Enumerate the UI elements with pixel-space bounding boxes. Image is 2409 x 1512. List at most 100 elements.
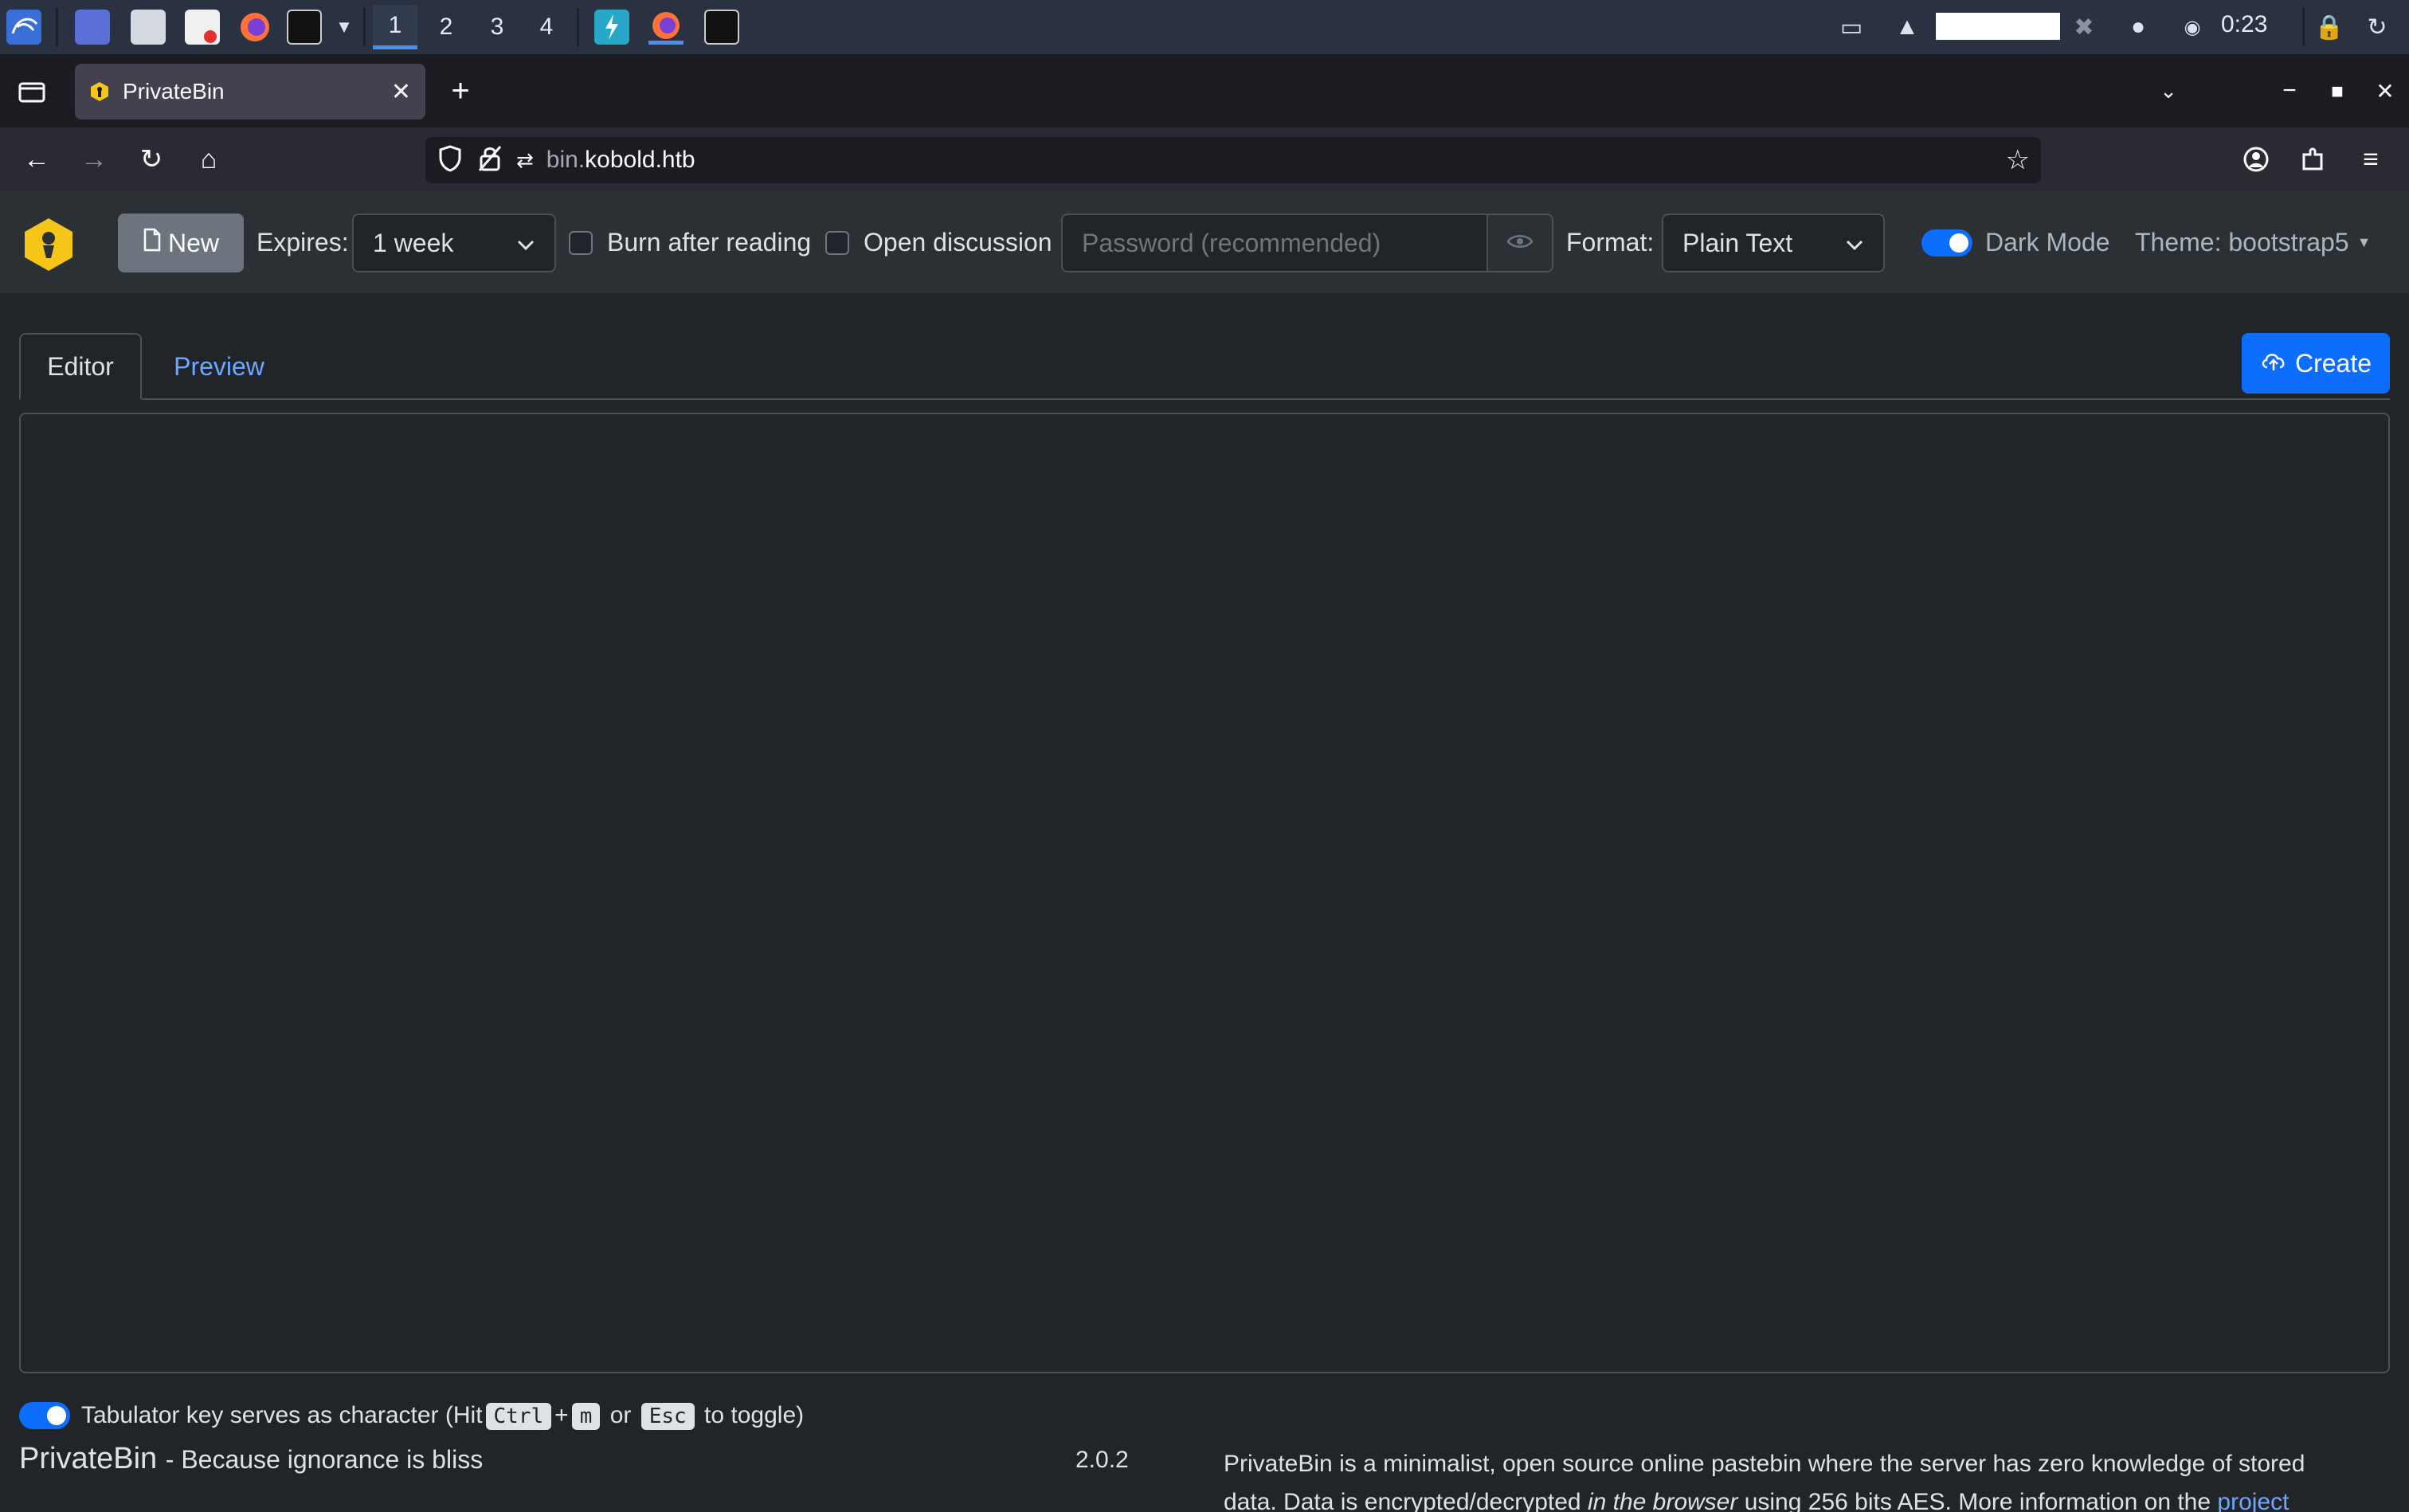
kali-menu-icon[interactable] bbox=[6, 10, 41, 45]
dark-mode-toggle[interactable]: Dark Mode bbox=[1921, 228, 2110, 257]
firefox-launcher-icon[interactable] bbox=[237, 10, 272, 45]
network-lock-icon[interactable]: ▲ bbox=[1890, 10, 1925, 45]
close-tab-icon[interactable]: ✕ bbox=[391, 78, 411, 106]
tab-editor[interactable]: Editor bbox=[19, 333, 142, 400]
lock-screen-icon[interactable]: 🔒 bbox=[2312, 10, 2347, 45]
new-label: New bbox=[167, 228, 219, 257]
format-label: Format: bbox=[1566, 228, 1655, 257]
list-all-tabs-icon[interactable]: ⌄ bbox=[2146, 69, 2191, 113]
forward-icon[interactable]: → bbox=[72, 137, 116, 182]
display-icon[interactable]: ▭ bbox=[1834, 10, 1869, 45]
tracking-shield-icon[interactable] bbox=[438, 144, 462, 176]
new-tab-icon[interactable]: + bbox=[438, 69, 483, 113]
project-link[interactable]: project bbox=[2217, 1489, 2289, 1512]
burn-after-reading-option[interactable]: Burn after reading bbox=[569, 228, 811, 257]
cpu-graph bbox=[1936, 13, 2060, 40]
about-line-1: PrivateBin is a minimalist, open source … bbox=[1224, 1451, 2305, 1477]
chevron-down-icon[interactable]: ▼ bbox=[327, 10, 362, 45]
desktop-icon[interactable] bbox=[75, 10, 110, 45]
about-line-2: data. Data is encrypted/decrypted in the… bbox=[1224, 1483, 2403, 1512]
about-2c: using 256 bits AES. More information on … bbox=[1737, 1489, 2218, 1512]
create-label: Create bbox=[2294, 348, 2372, 378]
show-password-button[interactable] bbox=[1487, 213, 1553, 272]
open-discussion-option[interactable]: Open discussion bbox=[825, 228, 1052, 257]
footer-branding: PrivateBin - Because ignorance is bliss bbox=[19, 1442, 483, 1476]
os-taskbar: ▼ 1 2 3 4 ▭ ▲ ✖ ● ◉ 0:23 🔒 ↻ bbox=[0, 0, 2409, 54]
open-discussion-label: Open discussion bbox=[864, 228, 1052, 257]
maximize-icon[interactable]: ■ bbox=[2315, 69, 2360, 113]
hamburger-menu-icon[interactable]: ≡ bbox=[2348, 137, 2393, 182]
insecure-lock-icon[interactable] bbox=[478, 145, 502, 176]
workspace-1[interactable]: 1 bbox=[373, 5, 417, 49]
burpsuite-window-icon[interactable] bbox=[594, 10, 629, 45]
url-domain: kobold.htb bbox=[585, 147, 695, 173]
format-select[interactable]: Plain Text bbox=[1662, 213, 1885, 272]
privatebin-logo-icon[interactable] bbox=[22, 217, 75, 272]
theme-dropdown[interactable]: Theme: bootstrap5 ▼ bbox=[2135, 228, 2371, 257]
tab-key-switch[interactable] bbox=[19, 1402, 70, 1429]
eye-icon bbox=[1506, 233, 1534, 254]
firefox-window-icon[interactable] bbox=[648, 10, 684, 45]
theme-label: Theme: bootstrap5 bbox=[2135, 228, 2349, 257]
terminal-launcher-icon[interactable] bbox=[287, 10, 322, 45]
taskbar-separator bbox=[363, 8, 366, 46]
expires-label: Expires: bbox=[257, 228, 349, 257]
burn-after-reading-label: Burn after reading bbox=[607, 228, 812, 257]
tab-toggle-text: Tabulator key serves as character (Hit Ct… bbox=[81, 1402, 805, 1430]
browser-tab-privatebin[interactable]: PrivateBin ✕ bbox=[75, 64, 425, 119]
url-bar[interactable]: ⇄ bin.kobold.htb ☆ bbox=[425, 137, 2041, 183]
volume-muted-icon[interactable]: ✖ bbox=[2066, 10, 2102, 45]
burn-after-reading-checkbox[interactable] bbox=[569, 230, 593, 255]
tab-preview[interactable]: Preview bbox=[151, 333, 287, 400]
file-manager-icon[interactable] bbox=[131, 10, 166, 45]
create-button[interactable]: Create bbox=[2242, 333, 2390, 394]
notifications-bell-icon[interactable]: ● bbox=[2121, 10, 2156, 45]
expires-select[interactable]: 1 week bbox=[352, 213, 556, 272]
m-key: m bbox=[571, 1403, 601, 1430]
taskbar-separator bbox=[2302, 8, 2305, 46]
logout-icon[interactable]: ↻ bbox=[2360, 10, 2395, 45]
tab-toggle-pre: Tabulator key serves as character (Hit bbox=[81, 1402, 483, 1428]
tab-key-toggle[interactable]: Tabulator key serves as character (Hit Ct… bbox=[19, 1402, 805, 1430]
bookmark-star-icon[interactable]: ☆ bbox=[2006, 144, 2030, 176]
esc-key: Esc bbox=[640, 1403, 695, 1430]
plus-sign: + bbox=[554, 1402, 569, 1428]
extensions-icon[interactable] bbox=[2291, 137, 2336, 182]
format-value: Plain Text bbox=[1682, 228, 1793, 257]
password-input[interactable] bbox=[1061, 213, 1488, 272]
text-editor-icon[interactable] bbox=[185, 10, 220, 45]
back-icon[interactable]: ← bbox=[14, 137, 59, 182]
dark-mode-switch[interactable] bbox=[1921, 229, 1972, 257]
paste-textarea[interactable] bbox=[19, 413, 2390, 1373]
clock: 0:23 bbox=[2221, 11, 2268, 37]
new-paste-button[interactable]: New bbox=[118, 213, 244, 272]
chevron-down-icon bbox=[1845, 229, 1864, 258]
home-icon[interactable]: ⌂ bbox=[186, 137, 231, 182]
expires-value: 1 week bbox=[373, 228, 454, 257]
close-window-icon[interactable]: ✕ bbox=[2363, 69, 2407, 113]
about-text: PrivateBin is a minimalist, open source … bbox=[1224, 1445, 2403, 1512]
cloud-upload-icon bbox=[2260, 349, 2287, 378]
reload-icon[interactable]: ↻ bbox=[129, 137, 174, 182]
taskbar-separator bbox=[56, 8, 58, 46]
account-icon[interactable] bbox=[2234, 137, 2278, 182]
workspace-2[interactable]: 2 bbox=[424, 5, 468, 49]
minimize-icon[interactable]: − bbox=[2267, 69, 2312, 113]
workspace-3[interactable]: 3 bbox=[475, 5, 519, 49]
about-2a: data. Data is encrypted/decrypted bbox=[1224, 1489, 1588, 1512]
open-discussion-checkbox[interactable] bbox=[825, 230, 849, 255]
ctrl-key: Ctrl bbox=[485, 1403, 552, 1430]
caret-down-icon: ▼ bbox=[2356, 234, 2372, 250]
permissions-icon[interactable]: ⇄ bbox=[516, 148, 534, 173]
terminal-window-icon[interactable] bbox=[704, 10, 739, 45]
tab-toggle-post: to toggle) bbox=[704, 1402, 805, 1428]
or-text: or bbox=[609, 1402, 632, 1428]
tabs-divider bbox=[19, 398, 2390, 400]
tab-overview-icon[interactable] bbox=[10, 69, 54, 113]
privatebin-favicon bbox=[89, 81, 110, 102]
tagline: - Because ignorance is bliss bbox=[165, 1445, 484, 1474]
workspace-4[interactable]: 4 bbox=[524, 5, 569, 49]
version: 2.0.2 bbox=[1075, 1447, 1129, 1473]
power-icon[interactable]: ◉ bbox=[2175, 10, 2210, 45]
app-name: PrivateBin bbox=[19, 1442, 158, 1475]
